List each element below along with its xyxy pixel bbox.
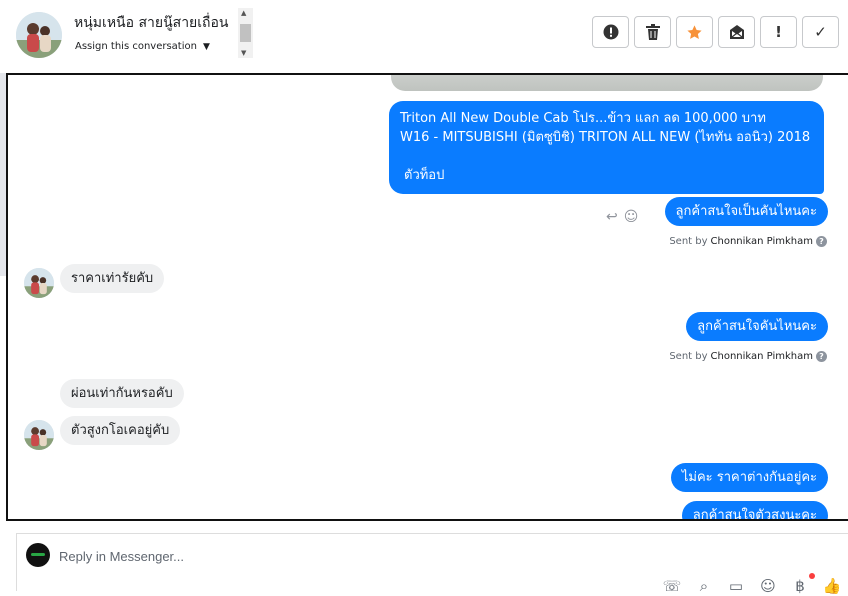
message-text: W16 - MITSUBISHI (มิตซูบิชิ) TRITON ALL … — [400, 130, 811, 145]
emoji-icon[interactable]: ☺ — [758, 576, 778, 596]
mail-icon — [729, 25, 744, 39]
star-icon — [687, 24, 702, 39]
assign-conversation-dropdown[interactable]: Assign this conversation ▼ — [75, 41, 210, 52]
message-text: ตัวสูงกโอเคอยู่คับ — [71, 423, 170, 438]
conversation-actions: ! ✓ — [592, 16, 839, 48]
message-outgoing[interactable]: ลูกค้าสนใจตัวสงนะคะ — [681, 501, 828, 521]
mark-done-button[interactable]: ✓ — [802, 16, 839, 48]
page-logo — [26, 543, 50, 567]
message-text: ลูกค้าสนใจตัวสงนะคะ — [692, 508, 817, 521]
message-incoming[interactable]: ผ่อนเท่ากันหรอคับ — [60, 379, 184, 408]
important-button[interactable]: ! — [760, 16, 797, 48]
message-thread[interactable]: Triton All New Double Cab โปร...ข้าว แลก… — [6, 73, 848, 521]
like-icon[interactable]: 👍 — [822, 576, 842, 596]
message-text: ไม่คะ ราคาต่างกันอยู่คะ — [681, 470, 817, 485]
reply-composer: ☏ ⌕ ▭ ☺ ฿ 👍 — [16, 533, 848, 595]
sent-by-prefix: Sent by — [669, 351, 708, 362]
sent-by-label: Sent by Chonnikan Pimkham ? — [669, 236, 827, 247]
sent-by-label: Sent by Chonnikan Pimkham ? — [669, 351, 827, 362]
scroll-down-icon[interactable]: ▼ — [241, 49, 246, 57]
message-outgoing[interactable]: ลูกค้าสนใจคันไหนคะ — [686, 312, 828, 341]
attachment-icon[interactable]: ⌕ — [694, 576, 714, 596]
phone-add-icon[interactable]: ☏ — [662, 576, 682, 596]
mark-unread-button[interactable] — [718, 16, 755, 48]
message-outgoing[interactable]: ไม่คะ ราคาต่างกันอยู่คะ — [670, 463, 828, 492]
message-incoming[interactable]: ราคาเท่ารัยคับ — [60, 264, 165, 293]
check-icon: ✓ — [814, 23, 827, 41]
help-icon[interactable]: ? — [816, 351, 827, 362]
message-tools: ↩ ☺ — [606, 209, 638, 225]
exclamation-icon: ! — [775, 23, 782, 41]
alert-circle-icon — [603, 24, 618, 40]
react-icon[interactable]: ☺ — [624, 209, 639, 225]
help-icon[interactable]: ? — [816, 236, 827, 247]
message-outgoing[interactable]: ลูกค้าสนใจเป็นคันไหนคะ — [664, 197, 828, 226]
contact-avatar[interactable] — [16, 12, 62, 58]
reply-input[interactable] — [57, 542, 581, 570]
saved-replies-icon[interactable]: ▭ — [726, 576, 746, 596]
spam-button[interactable] — [592, 16, 629, 48]
star-button[interactable] — [676, 16, 713, 48]
composer-tools: ☏ ⌕ ▭ ☺ ฿ 👍 — [662, 576, 842, 596]
contact-avatar[interactable] — [24, 268, 54, 298]
payment-icon[interactable]: ฿ — [790, 576, 810, 596]
sent-by-prefix: Sent by — [669, 236, 708, 247]
message-text: ผ่อนเท่ากันหรอคับ — [71, 386, 173, 401]
message-text: Triton All New Double Cab โปร...ข้าว แลก… — [400, 111, 766, 126]
conversation-header: หนุ่มเหนือ สายนู๊สายเถื่อน Assign this c… — [0, 0, 848, 72]
shared-image-preview[interactable] — [391, 75, 823, 91]
scroll-thumb[interactable] — [240, 24, 251, 42]
assign-label: Assign this conversation — [75, 41, 197, 52]
message-text: ตัวท็อป — [404, 168, 445, 183]
sent-by-agent: Chonnikan Pimkham — [710, 236, 813, 247]
message-outgoing[interactable]: Triton All New Double Cab โปร...ข้าว แลก… — [389, 101, 824, 194]
caret-down-icon: ▼ — [202, 41, 210, 52]
reply-icon[interactable]: ↩ — [606, 209, 618, 225]
message-text: ราคาเท่ารัยคับ — [71, 271, 154, 286]
trash-icon — [645, 24, 660, 40]
message-text: ลูกค้าสนใจเป็นคันไหนคะ — [675, 204, 817, 219]
delete-button[interactable] — [634, 16, 671, 48]
message-text: ลูกค้าสนใจคันไหนคะ — [697, 319, 817, 334]
contact-name: หนุ่มเหนือ สายนู๊สายเถื่อน — [74, 15, 229, 31]
message-spacer — [400, 147, 813, 166]
sent-by-agent: Chonnikan Pimkham — [710, 351, 813, 362]
message-incoming[interactable]: ตัวสูงกโอเคอยู่คับ — [60, 416, 181, 445]
contact-avatar[interactable] — [24, 420, 54, 450]
scroll-up-icon[interactable]: ▲ — [241, 9, 246, 17]
name-scrollbar[interactable]: ▲ ▼ — [238, 8, 253, 58]
